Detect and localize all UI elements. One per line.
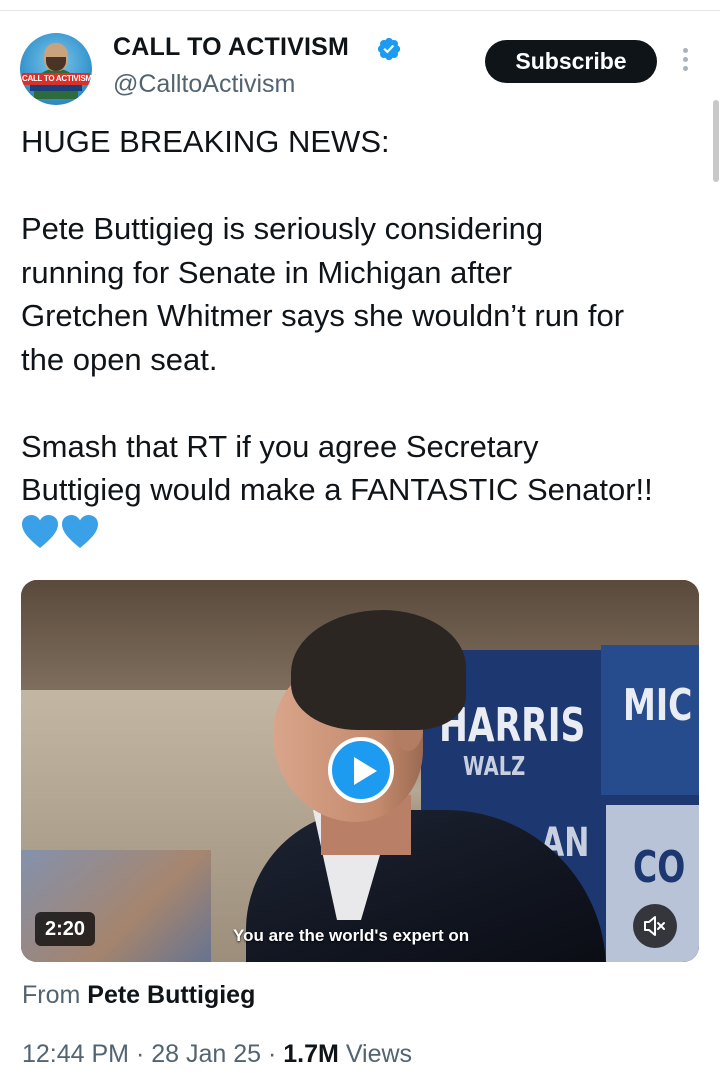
- subscribe-button[interactable]: Subscribe: [485, 40, 657, 83]
- banner-text-mic: MIC: [623, 680, 693, 731]
- more-options-icon[interactable]: [680, 48, 690, 76]
- tweet-date[interactable]: 28 Jan 25: [151, 1040, 261, 1068]
- blue-heart-icon: [22, 514, 58, 548]
- tweet-paragraph: Smash that RT if you agree Secretary But…: [21, 428, 653, 508]
- blue-hearts-emoji: [21, 514, 711, 550]
- video-duration: 2:20: [35, 912, 96, 946]
- avatar-logo-strip: [30, 85, 82, 91]
- verified-badge-icon: [377, 37, 401, 61]
- views-label: Views: [338, 1040, 413, 1068]
- tweet-time[interactable]: 12:44 PM: [22, 1040, 129, 1068]
- video-person-hair: [291, 610, 466, 730]
- video-attribution: From Pete Buttigieg: [22, 981, 255, 1010]
- tweet-body: HUGE BREAKING NEWS: Pete Buttigieg is se…: [21, 120, 711, 550]
- attribution-source-link[interactable]: Pete Buttigieg: [87, 981, 255, 1009]
- video-caption: You are the world's expert on: [233, 926, 470, 945]
- avatar[interactable]: CALL TO ACTIVISM: [20, 33, 92, 105]
- account-handle[interactable]: @CalltoActivism: [113, 70, 295, 99]
- display-name[interactable]: CALL TO ACTIVISM: [113, 33, 349, 62]
- tweet-metadata: 12:44 PM · 28 Jan 25 · 1.7M Views: [22, 1040, 412, 1069]
- video-player[interactable]: HARRIS WALZ MIC AN CO 2:20 You are the w…: [21, 580, 699, 962]
- muted-speaker-icon[interactable]: [633, 904, 677, 948]
- avatar-logo-text: CALL TO ACTIVISM: [22, 73, 92, 85]
- views-count: 1.7M: [283, 1040, 339, 1068]
- play-icon[interactable]: [328, 737, 394, 803]
- tweet-headline: HUGE BREAKING NEWS:: [21, 124, 390, 159]
- tweet-paragraph: Pete Buttigieg is seriously considering …: [21, 211, 625, 377]
- scrollbar[interactable]: [713, 100, 719, 182]
- attribution-prefix: From: [22, 981, 88, 1009]
- blue-heart-icon: [62, 514, 98, 548]
- banner-text-co: CO: [633, 842, 686, 893]
- meta-separator: ·: [129, 1040, 152, 1068]
- meta-separator: ·: [261, 1040, 284, 1068]
- tweet-header: CALL TO ACTIVISM CALL TO ACTIVISM @Callt…: [0, 0, 720, 120]
- banner-text-walz: WALZ: [463, 752, 526, 782]
